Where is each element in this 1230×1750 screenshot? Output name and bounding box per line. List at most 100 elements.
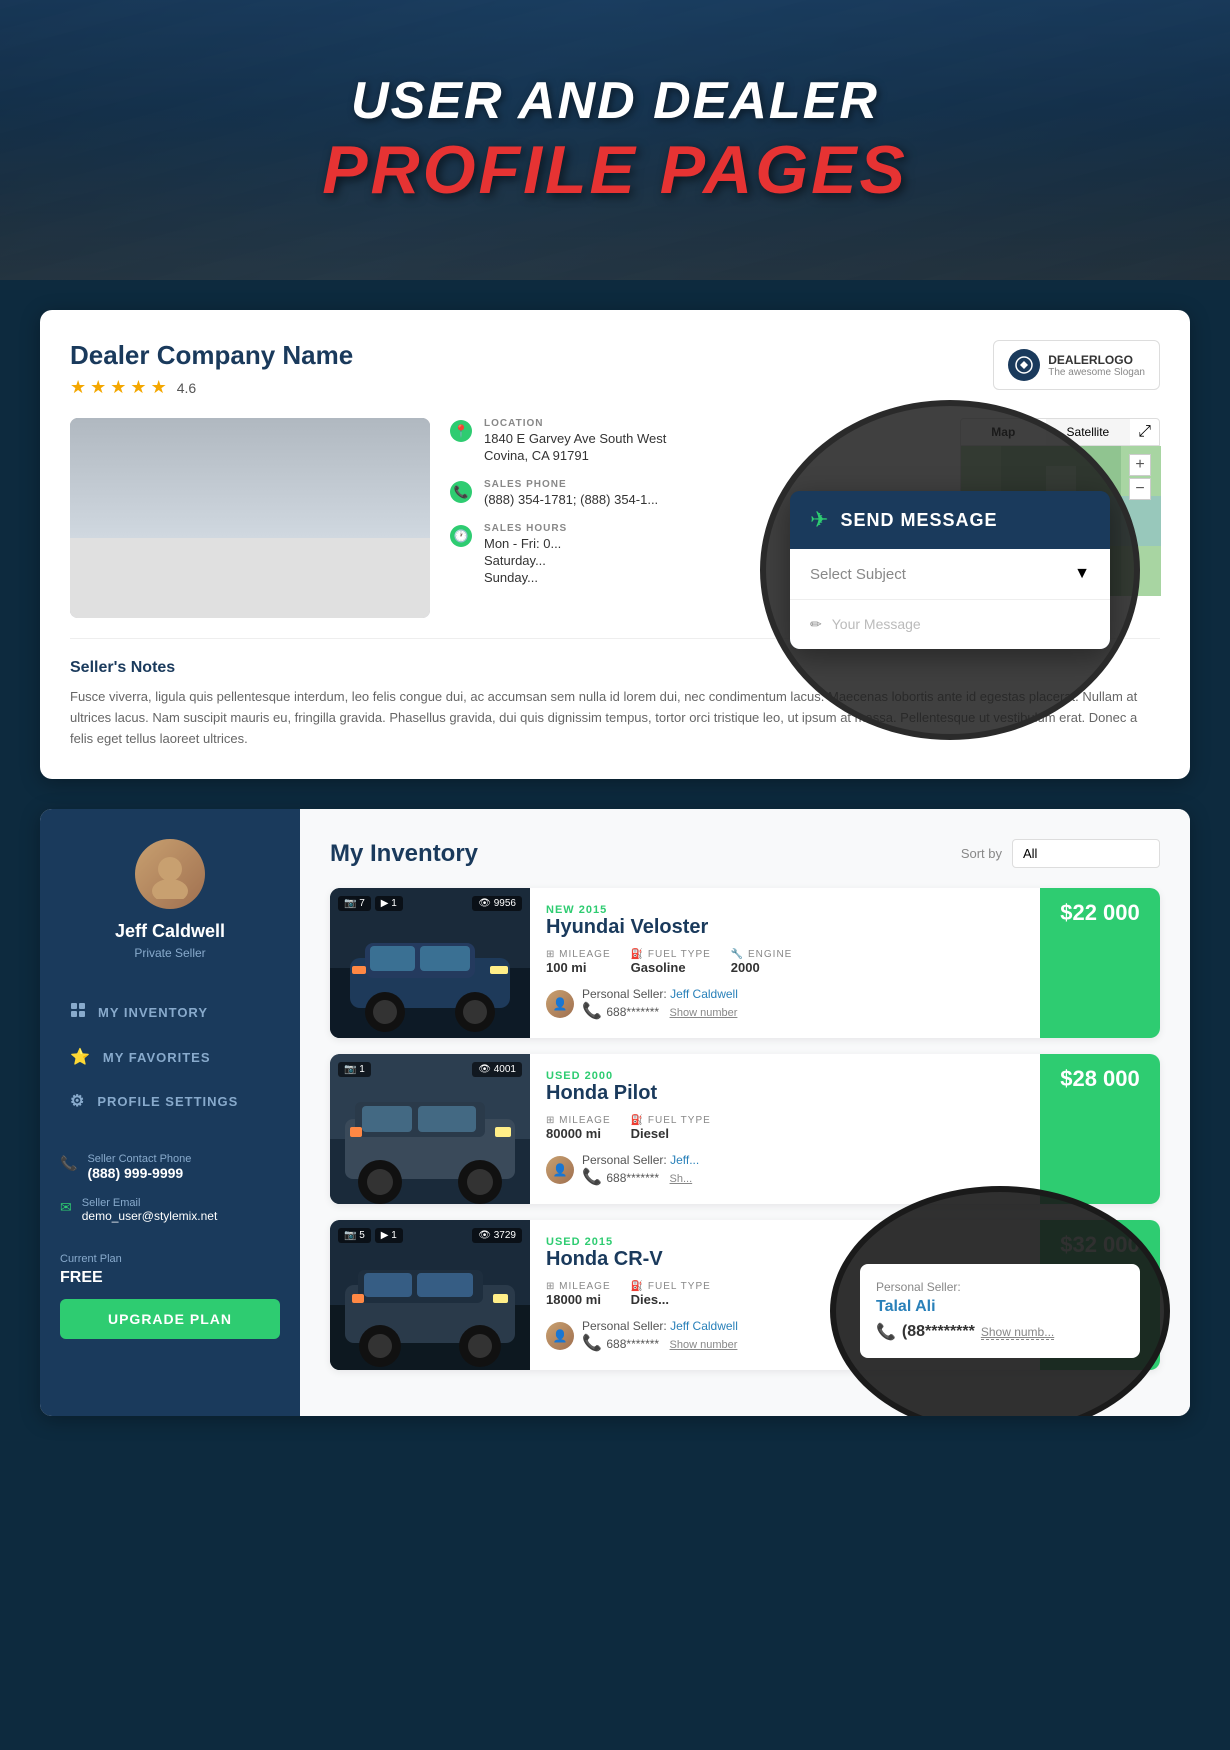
car2-seller-info: Personal Seller: Jeff... 📞 688******* Sh… — [582, 1153, 699, 1187]
car2-phone: 688******* — [606, 1171, 659, 1185]
map-zoom-out[interactable]: − — [1129, 478, 1151, 500]
car1-phone-row: 📞 688******* Show number — [582, 1001, 738, 1021]
contact-phone-label: Seller Contact Phone — [87, 1153, 191, 1165]
phone-label: SALES PHONE — [484, 479, 658, 490]
car1-badges: 📷 7 ▶ 1 — [338, 896, 403, 911]
plan-value: FREE — [60, 1269, 280, 1287]
dealer-photo — [70, 418, 430, 618]
car-image-3: 📷 5 ▶ 1 👁 3729 — [330, 1220, 530, 1370]
car2-details: USED 2000 Honda Pilot ⊞ MILEAGE 80000 mi — [530, 1054, 1040, 1204]
location-details: LOCATION 1840 E Garvey Ave South West Co… — [484, 418, 666, 463]
location-city: Covina, CA 91791 — [484, 448, 666, 463]
inventory-header: My Inventory Sort by All Price: Low to H… — [330, 839, 1160, 868]
send-message-textarea[interactable]: ✏ Your Message — [790, 600, 1110, 649]
magnifier-seller-name: Talal Ali — [876, 1298, 1124, 1316]
hours-details: SALES HOURS Mon - Fri: 0... Saturday... … — [484, 523, 567, 585]
car2-fuel: ⛽ FUEL TYPE Diesel — [631, 1115, 711, 1141]
car1-price: $22 000 — [1040, 888, 1160, 1038]
car2-views: 👁 4001 — [472, 1062, 522, 1077]
mileage-icon-1: ⊞ — [546, 949, 559, 960]
rating-value: 4.6 — [177, 380, 196, 396]
engine-label-1: 🔧 ENGINE — [731, 949, 793, 960]
map-zoom-in[interactable]: + — [1129, 454, 1151, 476]
dealer-logo-sub: The awesome Slogan — [1048, 367, 1145, 378]
mileage-label-3: ⊞ MILEAGE — [546, 1281, 611, 1292]
contact-email-label: Seller Email — [82, 1197, 218, 1209]
fuel-label-1: ⛽ FUEL TYPE — [631, 949, 711, 960]
mileage-value-3: 18000 mi — [546, 1292, 611, 1307]
car1-seller: 👤 Personal Seller: Jeff Caldwell 📞 688**… — [546, 987, 1024, 1021]
profile-section: Jeff Caldwell Private Seller MY INVENTOR… — [40, 809, 1190, 1416]
mileage-label-2: ⊞ MILEAGE — [546, 1115, 611, 1126]
dealer-header: Dealer Company Name ★ ★ ★ ★ ★ 4.6 — [70, 340, 1160, 398]
hero-title: USER AND DEALER PROFILE PAGES — [322, 71, 908, 209]
car1-show-number[interactable]: Show number — [670, 1007, 738, 1019]
magnifier-phone: (88******** — [902, 1323, 975, 1341]
dealer-logo-svg — [1015, 356, 1033, 374]
car2-title: Honda Pilot — [546, 1082, 1024, 1105]
send-message-box: ✈ SEND MESSAGE Select Subject ▼ ✏ Your M… — [790, 491, 1110, 649]
send-message-title: SEND MESSAGE — [840, 510, 997, 531]
location-address: 1840 E Garvey Ave South West — [484, 431, 666, 446]
magnifier-show-number[interactable]: Show numb... — [981, 1325, 1054, 1340]
car2-badge-photos: 📷 1 — [338, 1062, 371, 1077]
sort-select[interactable]: All Price: Low to High Price: High to Lo… — [1012, 839, 1160, 868]
upgrade-plan-button[interactable]: UPGRADE PLAN — [60, 1299, 280, 1339]
hours-weekday: Mon - Fri: 0... — [484, 536, 567, 551]
chevron-down-icon: ▼ — [1074, 565, 1090, 583]
car2-show-number[interactable]: Sh... — [670, 1173, 693, 1185]
dealer-card: Dealer Company Name ★ ★ ★ ★ ★ 4.6 — [40, 310, 1190, 779]
send-message-select[interactable]: Select Subject ▼ — [790, 549, 1110, 600]
sidebar-item-settings[interactable]: ⚙ PROFILE SETTINGS — [60, 1079, 280, 1123]
profile-sidebar: Jeff Caldwell Private Seller MY INVENTOR… — [40, 809, 300, 1416]
car2-seller-name[interactable]: Jeff... — [670, 1153, 699, 1167]
contact-email-row: ✉ Seller Email demo_user@stylemix.net — [60, 1197, 280, 1223]
sidebar-contact: 📞 Seller Contact Phone (888) 999-9999 ✉ … — [60, 1153, 280, 1223]
car1-phone-icon: 📞 — [582, 1003, 606, 1020]
sidebar-item-favorites[interactable]: ⭐ MY FAVORITES — [60, 1035, 280, 1079]
sidebar-inventory-label: MY INVENTORY — [98, 1005, 208, 1020]
message-placeholder-text: Your Message — [832, 616, 921, 632]
car3-mileage: ⊞ MILEAGE 18000 mi — [546, 1281, 611, 1307]
car3-seller-name[interactable]: Jeff Caldwell — [670, 1319, 738, 1333]
dealer-name-section: Dealer Company Name ★ ★ ★ ★ ★ 4.6 — [70, 340, 353, 398]
hours-icon: 🕐 — [450, 525, 472, 547]
phone-value: (888) 354-1781; (888) 354-1... — [484, 492, 658, 507]
car1-seller-name[interactable]: Jeff Caldwell — [670, 987, 738, 1001]
send-message-icon: ✈ — [810, 507, 828, 533]
hours-sun: Sunday... — [484, 570, 567, 585]
car3-show-number[interactable]: Show number — [670, 1339, 738, 1351]
sort-area: Sort by All Price: Low to High Price: Hi… — [961, 839, 1160, 868]
sidebar-item-inventory[interactable]: MY INVENTORY — [60, 990, 280, 1035]
car3-phone: 688******* — [606, 1337, 659, 1351]
contact-phone-row: 📞 Seller Contact Phone (888) 999-9999 — [60, 1153, 280, 1181]
seller-profile: Jeff Caldwell Private Seller — [60, 839, 280, 960]
map-fullscreen-btn[interactable]: ⤢ — [1130, 419, 1159, 445]
contact-phone-value: (888) 999-9999 — [87, 1165, 191, 1181]
contact-email-icon: ✉ — [60, 1199, 72, 1216]
star1: ★ — [70, 377, 86, 398]
star4: ★ — [130, 377, 146, 398]
dealer-logo-icon — [1008, 349, 1040, 381]
car3-seller-info: Personal Seller: Jeff Caldwell 📞 688****… — [582, 1319, 738, 1353]
inventory-title: My Inventory — [330, 840, 478, 868]
inventory-icon — [70, 1002, 86, 1023]
hero-section: USER AND DEALER PROFILE PAGES — [0, 0, 1230, 280]
sidebar-settings-label: PROFILE SETTINGS — [97, 1094, 238, 1109]
car2-badges: 📷 1 — [338, 1062, 371, 1077]
car2-seller: 👤 Personal Seller: Jeff... 📞 688******* … — [546, 1153, 1024, 1187]
hours-sat: Saturday... — [484, 553, 567, 568]
showroom-svg — [70, 418, 430, 618]
dealer-logo-name: DEALERLOGO — [1048, 353, 1145, 367]
star2: ★ — [90, 377, 106, 398]
car1-condition: NEW 2015 — [546, 904, 1024, 916]
sidebar-favorites-label: MY FAVORITES — [103, 1050, 211, 1065]
favorites-icon: ⭐ — [70, 1047, 91, 1067]
contact-phone-icon: 📞 — [60, 1155, 77, 1172]
mileage-label-1: ⊞ MILEAGE — [546, 949, 611, 960]
car3-seller-label: Personal Seller: Jeff Caldwell — [582, 1319, 738, 1333]
fuel-icon-1: ⛽ — [631, 949, 648, 960]
magnifier-phone-row: 📞 (88******** Show numb... — [876, 1322, 1124, 1342]
fuel-icon-2: ⛽ — [631, 1115, 648, 1126]
send-message-select-text: Select Subject — [810, 566, 906, 583]
